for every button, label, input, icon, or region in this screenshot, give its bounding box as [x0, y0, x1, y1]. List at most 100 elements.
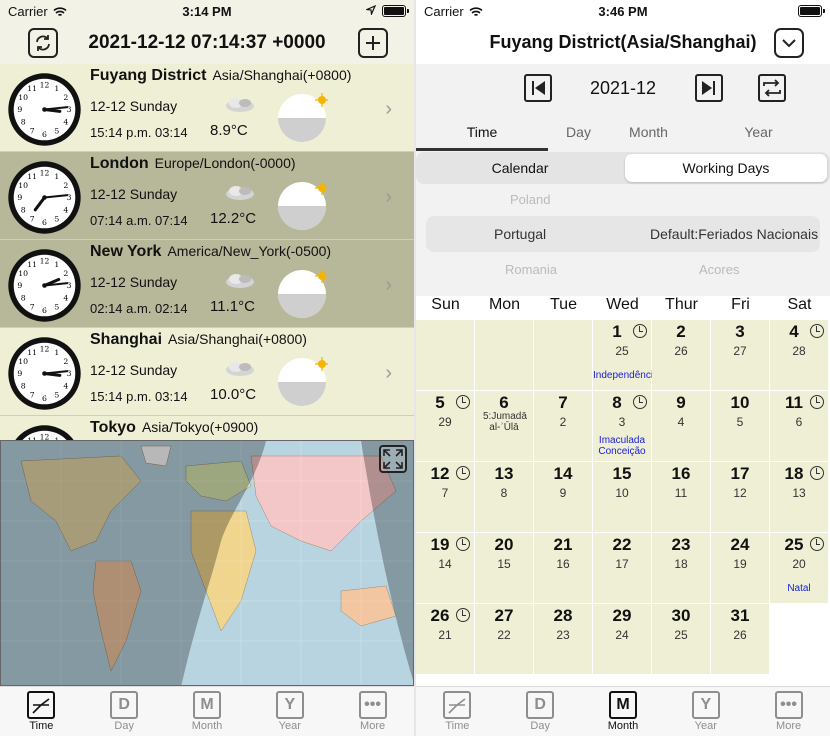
tab-moon[interactable]: Month — [621, 124, 676, 140]
location-dropdown-button[interactable] — [774, 28, 804, 58]
lunar-date: 10 — [615, 486, 629, 500]
day-cell[interactable]: 2 26 — [652, 320, 711, 391]
day-cell[interactable]: 29 24 — [593, 604, 652, 675]
country-picker[interactable]: Poland Portugal Default:Feriados Naciona… — [416, 190, 830, 290]
tab-time[interactable]: Time — [0, 687, 83, 736]
tab-day[interactable]: D Day — [83, 687, 166, 736]
day-cell[interactable]: 30 25 — [652, 604, 711, 675]
battery-icon — [798, 5, 825, 17]
weekday-label: Wed — [606, 296, 639, 313]
lunar-date: 13 — [792, 486, 806, 500]
day-cell[interactable]: 19 14 — [416, 533, 475, 604]
city-name-label: London — [90, 155, 149, 172]
day-number: 6 — [499, 393, 509, 412]
top-bar: 2021-12-12 07:14:37 +0000 — [0, 22, 414, 64]
day-cell[interactable]: 12 7 — [416, 462, 475, 533]
day-cell[interactable]: 18 13 — [770, 462, 829, 533]
svg-text:11: 11 — [27, 172, 37, 181]
day-cell[interactable]: 22 17 — [593, 533, 652, 604]
picker-option-above[interactable]: Poland — [510, 192, 550, 207]
tab-month[interactable]: M Month — [166, 687, 249, 736]
month-icon-letter: M — [616, 696, 630, 713]
more-icon-letter: ••• — [780, 696, 797, 713]
month-navigator: 2021-12 — [416, 72, 830, 108]
lunar-date: 7 — [441, 486, 449, 500]
picker-selected-country[interactable]: Portugal — [494, 226, 546, 242]
svg-text:2: 2 — [63, 269, 68, 278]
day-cell[interactable]: 14 9 — [534, 462, 593, 533]
day-cell[interactable]: 28 23 — [534, 604, 593, 675]
day-cell[interactable]: 15 10 — [593, 462, 652, 533]
tab-more[interactable]: ••• More — [747, 687, 830, 736]
svg-text:4: 4 — [63, 118, 68, 127]
month-icon: M — [192, 691, 221, 719]
city-row[interactable]: 1 2 3 4 5 6 7 8 9 10 11 12 Shanghai Asia/Shanghai(+08… — [0, 328, 414, 416]
svg-text:9: 9 — [17, 105, 22, 114]
tab-month[interactable]: M Month — [582, 687, 665, 736]
year-icon-letter: Y — [700, 696, 712, 713]
page-title: 2021-12-12 07:14:37 +0000 — [88, 32, 326, 53]
svg-text:1: 1 — [54, 260, 59, 269]
day-cell[interactable]: 27 22 — [475, 604, 534, 675]
fullscreen-button[interactable] — [379, 445, 407, 473]
day-cell[interactable]: 94 — [652, 391, 711, 462]
day-cell[interactable]: 13 8 — [475, 462, 534, 533]
year-tab-label: Year — [694, 720, 717, 732]
day-cell[interactable]: 5 29 — [416, 391, 475, 462]
picker-selected-holiday-set[interactable]: Default:Feriados Nacionais — [650, 226, 818, 242]
picker-option-below[interactable]: Romania — [505, 262, 557, 277]
svg-text:11: 11 — [27, 260, 37, 269]
city-timezone: America/New_York(-0500) — [167, 243, 332, 259]
city-time: 07:14 a.m. 07:14 — [90, 213, 188, 228]
time-icon — [443, 691, 472, 719]
segment-calendar[interactable]: Calendar — [420, 154, 620, 182]
day-cell[interactable]: 16 11 — [652, 462, 711, 533]
day-cell[interactable]: 25 20 Natal — [770, 533, 829, 604]
city-name-label: New York — [90, 243, 162, 260]
chevron-right-icon: › — [385, 362, 392, 384]
picker-option-below-right[interactable]: Acores — [699, 262, 739, 277]
svg-text:10: 10 — [18, 357, 28, 366]
day-icon: D — [526, 691, 555, 719]
tab-calendar[interactable]: Time — [416, 124, 548, 140]
day-cell[interactable]: 4 28 — [770, 320, 829, 391]
day-cell[interactable]: 1 25 Independência — [593, 320, 659, 391]
lunar-date: 6 — [795, 415, 803, 429]
city-name: Fuyang District Asia/Shanghai(+0800) — [90, 67, 351, 85]
day-number: 29 — [612, 606, 632, 625]
day-cell[interactable]: 23 18 — [652, 533, 711, 604]
add-city-button[interactable] — [358, 28, 388, 58]
tab-more[interactable]: ••• More — [331, 687, 414, 736]
svg-text:6: 6 — [42, 394, 47, 403]
segment-working-days[interactable]: Working Days — [625, 154, 827, 182]
world-map[interactable] — [0, 440, 414, 686]
city-row[interactable]: 1 2 3 4 5 6 7 8 9 10 11 12 Fuyang District Asia/Shang… — [0, 64, 414, 152]
weekday-label: Tue — [550, 296, 577, 313]
swap-button[interactable] — [758, 74, 786, 102]
day-cell[interactable]: 11 6 — [770, 391, 829, 462]
lunar-date: 27 — [733, 344, 747, 358]
day-cell[interactable]: 31 26 — [711, 604, 770, 675]
city-timezone: Europe/London(-0000) — [154, 155, 296, 171]
lunar-date: 29 — [438, 415, 452, 429]
day-cell[interactable]: 6 5:Jumadā al-ʾŪlā — [475, 391, 534, 462]
day-cell[interactable]: 26 21 — [416, 604, 475, 675]
svg-text:9: 9 — [17, 281, 22, 290]
svg-text:9: 9 — [17, 193, 22, 202]
weekday-label: Fri — [731, 296, 750, 313]
lunar-date: 11 — [674, 486, 688, 500]
top-bar: Fuyang District(Asia/Shanghai) — [416, 22, 830, 64]
day-cell[interactable]: 21 16 — [534, 533, 593, 604]
tab-sun[interactable]: Day — [556, 124, 601, 140]
tab-time[interactable]: Time — [416, 687, 499, 736]
city-row[interactable]: 1 2 3 4 5 6 7 8 9 10 11 12 New York America/New_York(… — [0, 240, 414, 328]
tab-astronomy[interactable]: Year — [716, 124, 801, 140]
tab-year[interactable]: Y Year — [664, 687, 747, 736]
tab-indicator — [416, 148, 548, 151]
city-row[interactable]: 1 2 3 4 5 6 7 8 9 10 11 12 London Europe/London(-0000… — [0, 152, 414, 240]
next-month-button[interactable] — [695, 74, 723, 102]
tab-year[interactable]: Y Year — [248, 687, 331, 736]
day-cell[interactable]: 8 3 Imaculada Conceição — [593, 391, 652, 462]
tab-day[interactable]: D Day — [499, 687, 582, 736]
day-cell[interactable]: 20 15 — [475, 533, 534, 604]
